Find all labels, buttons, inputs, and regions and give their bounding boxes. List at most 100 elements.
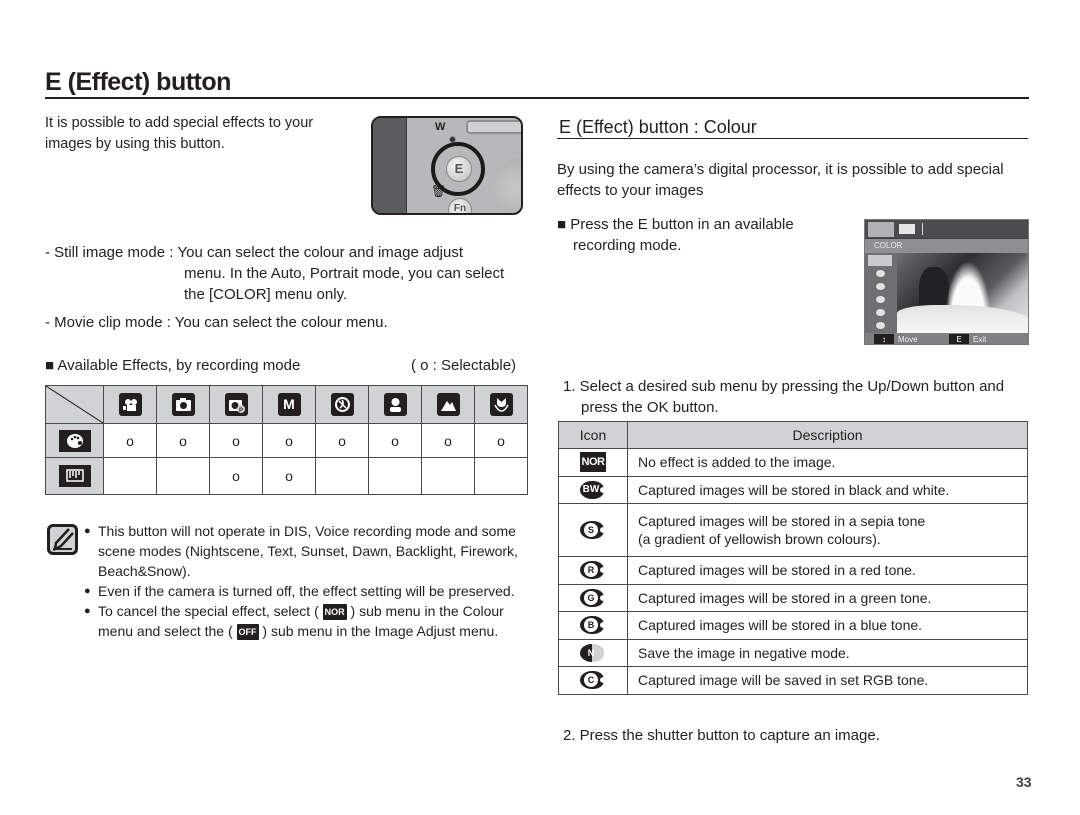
icon-cell: B — [558, 611, 628, 640]
note-item: ● This button will not operate in DIS, V… — [84, 521, 529, 581]
e-button-icon: E — [446, 156, 472, 182]
header-description: Description — [627, 421, 1028, 449]
note-text-part: menu and select the ( — [98, 623, 233, 639]
effects-legend: ( o : Selectable) — [411, 357, 517, 374]
icon-cell: N — [558, 638, 628, 667]
table-row-colour: o o o o o o o o — [45, 423, 528, 458]
column-program: P — [209, 385, 263, 424]
still-mode-description: - Still image mode : You can select the … — [45, 242, 535, 305]
lcd-effect-item — [868, 294, 892, 305]
lcd-effect-item — [868, 307, 892, 318]
nor-icon: NOR — [322, 604, 347, 621]
cell-mark: o — [156, 423, 210, 458]
intro-line: images by using this button. — [45, 136, 225, 152]
cell-mark — [315, 457, 369, 495]
icon-cell: R — [558, 556, 628, 585]
camera-grip — [491, 158, 521, 213]
table-row-image-adjust: o o — [45, 457, 528, 495]
description-cell: Captured images will be stored in a red … — [627, 556, 1028, 585]
note-text-part: ) sub menu in the Image Adjust menu. — [262, 623, 499, 639]
column-dis — [315, 385, 369, 424]
svg-text:P: P — [239, 408, 243, 413]
cell-mark — [103, 457, 157, 495]
subtitle-divider — [557, 138, 1028, 139]
palette-icon — [58, 429, 91, 452]
table-header-row: P M — [45, 385, 528, 424]
icon-cell: NOR — [558, 448, 628, 477]
colour-intro-line: By using the camera’s digital processor,… — [557, 161, 1004, 178]
w-label: W — [435, 121, 446, 133]
cell-mark: o — [421, 423, 475, 458]
still-mode-line: the [COLOR] menu only. — [184, 286, 348, 303]
description-cell: Captured images will be stored in black … — [627, 475, 1028, 504]
lcd-tab-bar — [865, 220, 1028, 238]
section-subtitle: E (Effect) button : Colour — [559, 117, 757, 137]
note-text: To cancel the special effect, select ( N… — [98, 601, 529, 641]
cell-mark: o — [262, 423, 316, 458]
table-row: C Captured image will be saved in set RG… — [558, 666, 1028, 695]
description-cell: Captured images will be stored in a sepi… — [627, 503, 1028, 557]
step-line: 1. Select a desired sub menu by pressing… — [563, 378, 1005, 395]
normal-icon: NOR — [579, 452, 607, 473]
lcd-adjust-tab — [899, 224, 915, 234]
step-line: ■ Press the E button in an available — [557, 216, 794, 233]
image-adjust-icon — [58, 465, 91, 487]
off-icon: OFF — [236, 624, 259, 641]
description-cell: Save the image in negative mode. — [627, 638, 1028, 667]
red-tone-icon: R — [580, 561, 607, 580]
table-header-row: Icon Description — [558, 421, 1028, 449]
colour-effects-table: Icon Description NOR No effect is added … — [558, 421, 1028, 695]
lcd-updown-icon: ↕ — [874, 334, 894, 344]
cell-mark: o — [209, 457, 263, 495]
bullet-icon: ● — [84, 585, 91, 597]
column-portrait — [368, 385, 422, 424]
page-title: E (Effect) button — [45, 68, 231, 96]
lcd-tab-separator — [922, 223, 923, 235]
column-landscape — [421, 385, 475, 424]
description-line: Captured images will be stored in a sepi… — [638, 513, 926, 529]
zoom-lever — [466, 120, 521, 134]
note-icon — [47, 524, 78, 555]
photo-dress — [897, 305, 1028, 333]
table-corner-cell — [45, 385, 104, 424]
note-text-part: ) sub menu in the Colour — [350, 603, 504, 619]
cell-mark: o — [474, 423, 528, 458]
lcd-colour-tab — [868, 222, 894, 237]
description-cell: Captured images will be stored in a gree… — [627, 583, 1028, 612]
column-macro — [474, 385, 528, 424]
lcd-effect-item — [868, 320, 892, 331]
step-select-submenu: 1. Select a desired sub menu by pressing… — [563, 376, 1033, 418]
lcd-exit-label: Exit — [973, 335, 987, 344]
note-item: ● To cancel the special effect, select (… — [84, 601, 529, 641]
column-manual: M — [262, 385, 316, 424]
icon-cell: C — [558, 666, 628, 695]
bullet-icon: ● — [84, 525, 91, 537]
column-auto — [156, 385, 210, 424]
lcd-effect-list — [865, 253, 897, 333]
note-item: ● Even if the camera is turned off, the … — [84, 581, 529, 601]
lcd-effect-nor — [868, 255, 892, 266]
manual-mode-icon: M — [277, 393, 301, 416]
icon-cell: G — [558, 583, 628, 612]
description-cell: No effect is added to the image. — [627, 448, 1028, 477]
page-number: 33 — [1016, 774, 1032, 790]
step-press-e: ■ Press the E button in an available rec… — [557, 214, 794, 256]
table-row: R Captured images will be stored in a re… — [558, 556, 1028, 585]
table-row: G Captured images will be stored in a gr… — [558, 583, 1028, 612]
macro-mode-icon — [489, 393, 513, 416]
header-icon: Icon — [558, 421, 628, 449]
cell-mark: o — [368, 423, 422, 458]
description-cell: Captured images will be stored in a blue… — [627, 611, 1028, 640]
dis-mode-icon — [330, 393, 354, 416]
lcd-move-label: Move — [898, 335, 918, 344]
movie-mode-description: - Movie clip mode : You can select the c… — [45, 314, 388, 331]
notes-list: ● This button will not operate in DIS, V… — [84, 521, 529, 641]
trash-icon: 🗑 — [431, 184, 447, 198]
lcd-e-key: E — [949, 334, 969, 344]
camera-auto-icon — [171, 393, 195, 416]
movie-clip-icon — [118, 393, 142, 416]
still-mode-line: menu. In the Auto, Portrait mode, you ca… — [184, 265, 505, 282]
row-header-image-adjust — [45, 457, 104, 495]
program-mode-icon: P — [224, 393, 248, 416]
still-mode-line: You can select the colour and image adju… — [177, 244, 464, 261]
